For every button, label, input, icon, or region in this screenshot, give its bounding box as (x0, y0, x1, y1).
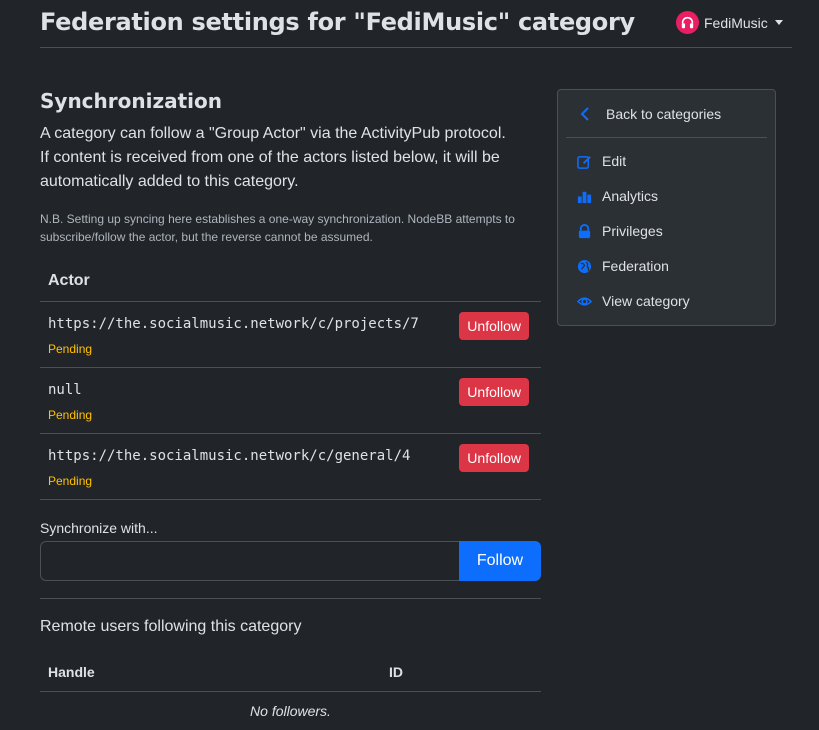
sync-actor-input[interactable] (40, 541, 459, 581)
actor-column-header: Actor (40, 262, 541, 302)
follow-button[interactable]: Follow (459, 541, 541, 581)
analytics-icon (577, 189, 592, 204)
sidebar-item-label: Edit (602, 153, 627, 169)
category-sidebar: Back to categories Edit Analytics Privil… (557, 89, 776, 326)
back-label: Back to categories (606, 106, 722, 122)
category-switcher[interactable]: FediMusic (676, 11, 783, 34)
actor-id: https://the.socialmusic.network/c/projec… (48, 316, 419, 332)
section-title: Synchronization (40, 89, 223, 113)
unfollow-button[interactable]: Unfollow (459, 312, 529, 340)
sync-input-label: Synchronize with... (40, 520, 158, 536)
sync-note: N.B. Setting up syncing here establishes… (40, 212, 515, 244)
sidebar-item-label: Federation (602, 258, 669, 274)
actors-table: Actor https://the.socialmusic.network/c/… (40, 262, 541, 500)
actor-id: https://the.socialmusic.network/c/genera… (48, 448, 411, 464)
sync-description: A category can follow a "Group Actor" vi… (40, 125, 506, 190)
followers-title: Remote users following this category (40, 618, 302, 635)
sidebar-item-label: Analytics (602, 188, 659, 204)
table-row: https://the.socialmusic.network/c/genera… (40, 433, 541, 500)
status-badge: Pending (48, 474, 93, 488)
table-row: null Pending Unfollow (40, 367, 541, 434)
unfollow-button[interactable]: Unfollow (459, 444, 529, 472)
section-divider (40, 598, 541, 599)
sidebar-item-edit[interactable]: Edit (577, 153, 626, 169)
empty-followers-message: No followers. (250, 703, 331, 719)
handle-column-header: Handle (40, 654, 381, 692)
sidebar-item-label: Privileges (602, 223, 663, 239)
chevron-left-icon (577, 107, 592, 122)
sidebar-item-label: View category (602, 293, 690, 309)
sidebar-divider (566, 137, 767, 138)
table-row: No followers. (40, 692, 541, 730)
id-column-header: ID (381, 654, 541, 692)
table-row: https://the.socialmusic.network/c/projec… (40, 301, 541, 368)
followers-table: Handle ID No followers. (40, 654, 541, 730)
globe-icon (577, 259, 592, 274)
status-badge: Pending (48, 408, 93, 422)
back-to-categories-link[interactable]: Back to categories (577, 106, 721, 122)
category-switcher-label: FediMusic (704, 14, 768, 31)
sidebar-item-federation[interactable]: Federation (577, 258, 669, 274)
chevron-down-icon (774, 20, 783, 25)
unfollow-button[interactable]: Unfollow (459, 378, 529, 406)
edit-icon (577, 154, 592, 169)
header-divider (40, 47, 792, 48)
sidebar-item-view-category[interactable]: View category (577, 293, 690, 309)
sidebar-item-privileges[interactable]: Privileges (577, 223, 663, 239)
lock-icon (577, 223, 592, 239)
page-title: Federation settings for "FediMusic" cate… (40, 8, 635, 36)
actor-id: null (48, 382, 82, 398)
status-badge: Pending (48, 342, 93, 356)
headphones-icon (676, 11, 699, 34)
sync-input-group: Follow (40, 541, 541, 581)
eye-icon (577, 294, 592, 309)
sidebar-item-analytics[interactable]: Analytics (577, 188, 658, 204)
